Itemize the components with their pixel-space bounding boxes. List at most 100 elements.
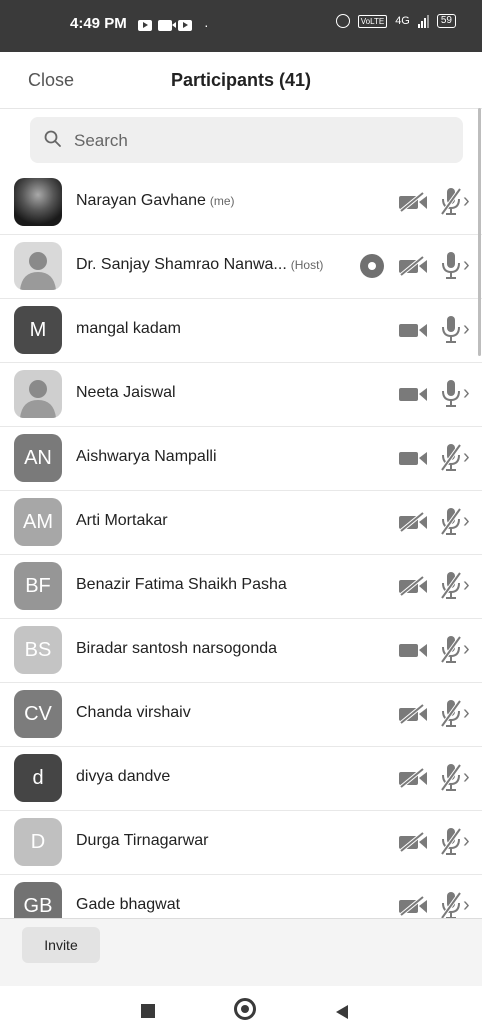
bottom-toolbar: Invite (0, 918, 482, 987)
search-box[interactable] (30, 117, 463, 165)
youtube-icon-2 (178, 19, 192, 31)
system-nav-bar (0, 986, 482, 1020)
mic-off-icon (440, 443, 462, 472)
participant-name: Benazir Fatima Shaikh Pasha (76, 576, 287, 594)
video-off-icon (399, 512, 427, 532)
avatar: AM (14, 498, 62, 546)
mic-off-icon (440, 891, 462, 918)
chevron-right-icon: › (463, 254, 470, 276)
participant-name: Gade bhagwat (76, 896, 180, 914)
chevron-right-icon: › (463, 894, 470, 916)
invite-button[interactable]: Invite (22, 927, 100, 963)
participant-name-text: Durga Tirnagarwar (76, 832, 209, 849)
participant-name-text: Chanda virshaiv (76, 704, 191, 721)
youtube-icon (138, 19, 152, 31)
video-off-icon (399, 832, 427, 852)
avatar: CV (14, 690, 62, 738)
participant-name: Chanda virshaiv (76, 704, 191, 722)
participant-name-text: Arti Mortakar (76, 512, 168, 529)
avatar: AN (14, 434, 62, 482)
participant-row[interactable]: D Durga Tirnagarwar › (0, 810, 482, 875)
chevron-right-icon: › (463, 318, 470, 340)
avatar (14, 178, 62, 226)
mic-off-icon (440, 187, 462, 216)
participant-name-text: Gade bhagwat (76, 896, 181, 913)
avatar (14, 242, 62, 290)
host-label: (Host) (290, 258, 324, 272)
chevron-right-icon: › (463, 446, 470, 468)
battery-icon: 59 (436, 14, 456, 28)
video-app-icon (158, 19, 176, 31)
participant-row[interactable]: d divya dandve › (0, 746, 482, 811)
participant-name: Arti Mortakar (76, 512, 168, 530)
participant-name: Biradar santosh narsogonda (76, 640, 277, 658)
avatar: BS (14, 626, 62, 674)
mic-off-icon (440, 699, 462, 728)
participant-name-text: divya dandve (76, 768, 171, 785)
participant-name-text: Benazir Fatima Shaikh Pasha (76, 576, 287, 593)
chevron-right-icon: › (463, 830, 470, 852)
avatar: d (14, 754, 62, 802)
chevron-right-icon: › (463, 638, 470, 660)
participant-name: mangal kadam (76, 320, 181, 338)
participant-row[interactable]: BF Benazir Fatima Shaikh Pasha › (0, 554, 482, 619)
participant-name-text: mangal kadam (76, 320, 181, 337)
participant-row[interactable]: CV Chanda virshaiv › (0, 682, 482, 747)
participant-list[interactable]: Narayan Gavhane (me) › Dr. Sanjay Shamrao N… (0, 170, 482, 918)
participant-name: Neeta Jaiswal (76, 384, 176, 402)
participant-row[interactable]: Narayan Gavhane (me) › (0, 170, 482, 235)
avatar: BF (14, 562, 62, 610)
participant-name-text: Dr. Sanjay Shamrao Nanwa... (76, 256, 287, 273)
home-button[interactable] (234, 998, 256, 1020)
search-icon (44, 130, 61, 147)
alarm-icon (335, 14, 350, 28)
mic-on-icon (442, 252, 460, 279)
video-on-icon (399, 452, 427, 465)
page-title: Participants (41) (170, 70, 312, 90)
network-type-label: 4G (395, 15, 410, 27)
video-on-icon (399, 644, 427, 657)
avatar (14, 370, 62, 418)
mic-off-icon (440, 635, 462, 664)
participant-row[interactable]: Mmangal kadam › (0, 298, 482, 363)
scrollbar[interactable] (478, 108, 481, 356)
video-off-icon (399, 768, 427, 788)
participant-row[interactable]: AM Arti Mortakar › (0, 490, 482, 555)
status-time: 4:49 PM (70, 15, 127, 32)
mic-off-icon (440, 507, 462, 536)
status-bar: 4:49 PM · VoLTE 4G 59 (0, 0, 482, 52)
participant-name: Durga Tirnagarwar (76, 832, 209, 850)
participant-row[interactable]: BS Biradar santosh narsogonda › (0, 618, 482, 683)
chevron-right-icon: › (463, 190, 470, 212)
mic-on-icon (442, 380, 460, 407)
chevron-right-icon: › (463, 766, 470, 788)
volte-icon: VoLTE (357, 14, 388, 28)
participant-row[interactable]: GB Gade bhagwat › (0, 874, 482, 918)
participant-name: Aishwarya Nampalli (76, 448, 217, 466)
video-off-icon (399, 192, 427, 212)
search-input[interactable] (72, 117, 456, 165)
participant-row[interactable]: Dr. Sanjay Shamrao Nanwa... (Host) › (0, 234, 482, 299)
mic-off-icon (440, 571, 462, 600)
avatar: GB (14, 882, 62, 918)
signal-icon (417, 14, 429, 28)
participant-name-text: Neeta Jaiswal (76, 384, 176, 401)
participant-name-text: Narayan Gavhane (76, 192, 206, 209)
participant-name-text: Biradar santosh narsogonda (76, 640, 278, 657)
video-off-icon (399, 896, 427, 916)
chevron-right-icon: › (463, 510, 470, 532)
recent-apps-button[interactable] (141, 1004, 155, 1018)
video-on-icon (399, 324, 427, 337)
avatar: M (14, 306, 62, 354)
video-off-icon (399, 576, 427, 596)
participant-row[interactable]: Neeta Jaiswal › (0, 362, 482, 427)
mic-on-icon (442, 316, 460, 343)
participants-header: Close Participants (41) (0, 52, 482, 109)
participant-name-text: Aishwarya Nampalli (76, 448, 217, 465)
participant-row[interactable]: AN Aishwarya Nampalli › (0, 426, 482, 491)
video-on-icon (399, 388, 427, 401)
avatar: D (14, 818, 62, 866)
chevron-right-icon: › (463, 702, 470, 724)
back-button[interactable] (336, 1005, 348, 1019)
more-notifications-dot: · (204, 17, 209, 33)
